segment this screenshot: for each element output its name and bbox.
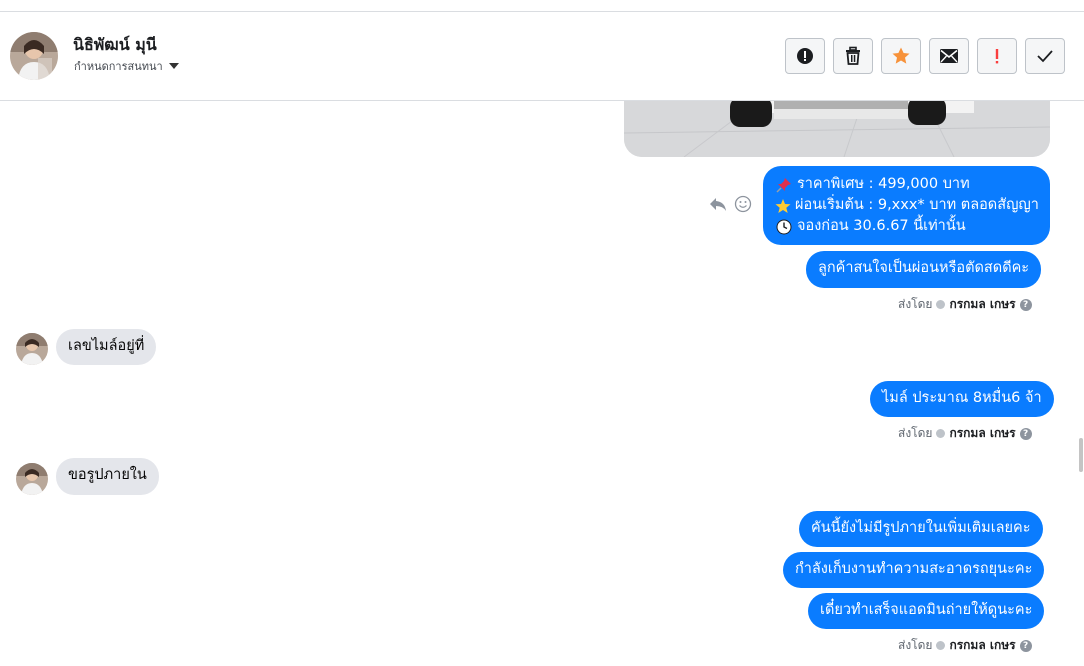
follow-up-button[interactable] xyxy=(977,38,1017,74)
star-icon xyxy=(891,46,911,66)
spam-button[interactable] xyxy=(785,38,825,74)
help-icon[interactable]: ? xyxy=(1019,427,1032,440)
assign-label: กำหนดการสนทนา xyxy=(74,60,163,73)
contact-avatar-small xyxy=(16,463,48,495)
message-mileage-question[interactable]: เลขไมล์อยู่ที่ xyxy=(56,329,157,365)
message-mileage-answer[interactable]: ไมล์ ประมาณ 8หมื่น6 จ้า xyxy=(870,381,1054,417)
help-icon[interactable]: ? xyxy=(1019,298,1032,311)
mark-unread-button[interactable] xyxy=(929,38,969,74)
message-question[interactable]: ลูกค้าสนใจเป็นผ่อนหรือตัดสดดีคะ xyxy=(806,251,1042,288)
star-emoji-icon xyxy=(775,197,791,215)
sender-badge-icon xyxy=(936,429,946,438)
promo-line-price: ราคาพิเศษ : 499,000 บาท xyxy=(775,174,1038,195)
message-hover-actions xyxy=(708,195,752,217)
caret-down-icon xyxy=(168,63,179,69)
mark-done-button[interactable] xyxy=(1025,38,1065,74)
contact-avatar-small xyxy=(16,333,48,365)
action-toolbar xyxy=(785,38,1065,74)
exclamation-icon xyxy=(992,46,1002,66)
delete-button[interactable] xyxy=(833,38,873,74)
car-photo-attachment[interactable] xyxy=(624,101,1050,157)
check-icon xyxy=(1036,49,1054,63)
sender-badge-icon xyxy=(936,641,946,650)
promo-line-installment: ผ่อนเริ่มต้น : 9,xxx* บาท ตลอดสัญญา xyxy=(775,195,1039,216)
promo-line-deadline: จองก่อน 30.6.67 นี้เท่านั้น xyxy=(775,216,1038,237)
clock-icon xyxy=(775,218,793,236)
reply-icon[interactable] xyxy=(708,196,728,216)
sent-by-label: ส่งโดย กรกมล เกษร ? xyxy=(898,295,1032,314)
message-photo-request[interactable]: ขอรูปภายใน xyxy=(56,458,159,495)
message-no-photo[interactable]: คันนี้ยังไม่มีรูปภายในเพิ่มเติมเลยคะ xyxy=(799,511,1043,547)
react-smiley-icon[interactable] xyxy=(734,195,752,217)
pushpin-icon xyxy=(775,176,793,194)
message-cleaning[interactable]: กำลังเก็บงานทำความสะอาดรถยุนะคะ xyxy=(783,552,1045,588)
sent-by-label: ส่งโดย กรกมล เกษร ? xyxy=(898,636,1032,655)
contact-avatar[interactable] xyxy=(10,32,58,80)
top-strip xyxy=(0,0,1084,12)
trash-icon xyxy=(844,46,862,66)
help-icon[interactable]: ? xyxy=(1019,639,1032,652)
thread-scrollbar[interactable] xyxy=(1079,438,1083,472)
spam-icon xyxy=(795,46,815,66)
sender-badge-icon xyxy=(936,300,946,309)
message-promo[interactable]: ราคาพิเศษ : 499,000 บาท ผ่อนเริ่มต้น : 9… xyxy=(763,166,1050,245)
contact-name: นิธิพัฒน์ มุนี xyxy=(73,35,157,54)
envelope-icon xyxy=(939,48,959,64)
sent-by-label: ส่งโดย กรกมล เกษร ? xyxy=(898,424,1032,443)
message-thread[interactable]: ราคาพิเศษ : 499,000 บาท ผ่อนเริ่มต้น : 9… xyxy=(0,101,1084,666)
message-later[interactable]: เดี๋ยวทำเสร็จแอดมินถ่ายให้ดูนะคะ xyxy=(808,593,1045,629)
conversation-header: นิธิพัฒน์ มุนี กำหนดการสนทนา xyxy=(0,12,1084,101)
star-button[interactable] xyxy=(881,38,921,74)
assign-conversation-dropdown[interactable]: กำหนดการสนทนา xyxy=(74,57,179,75)
